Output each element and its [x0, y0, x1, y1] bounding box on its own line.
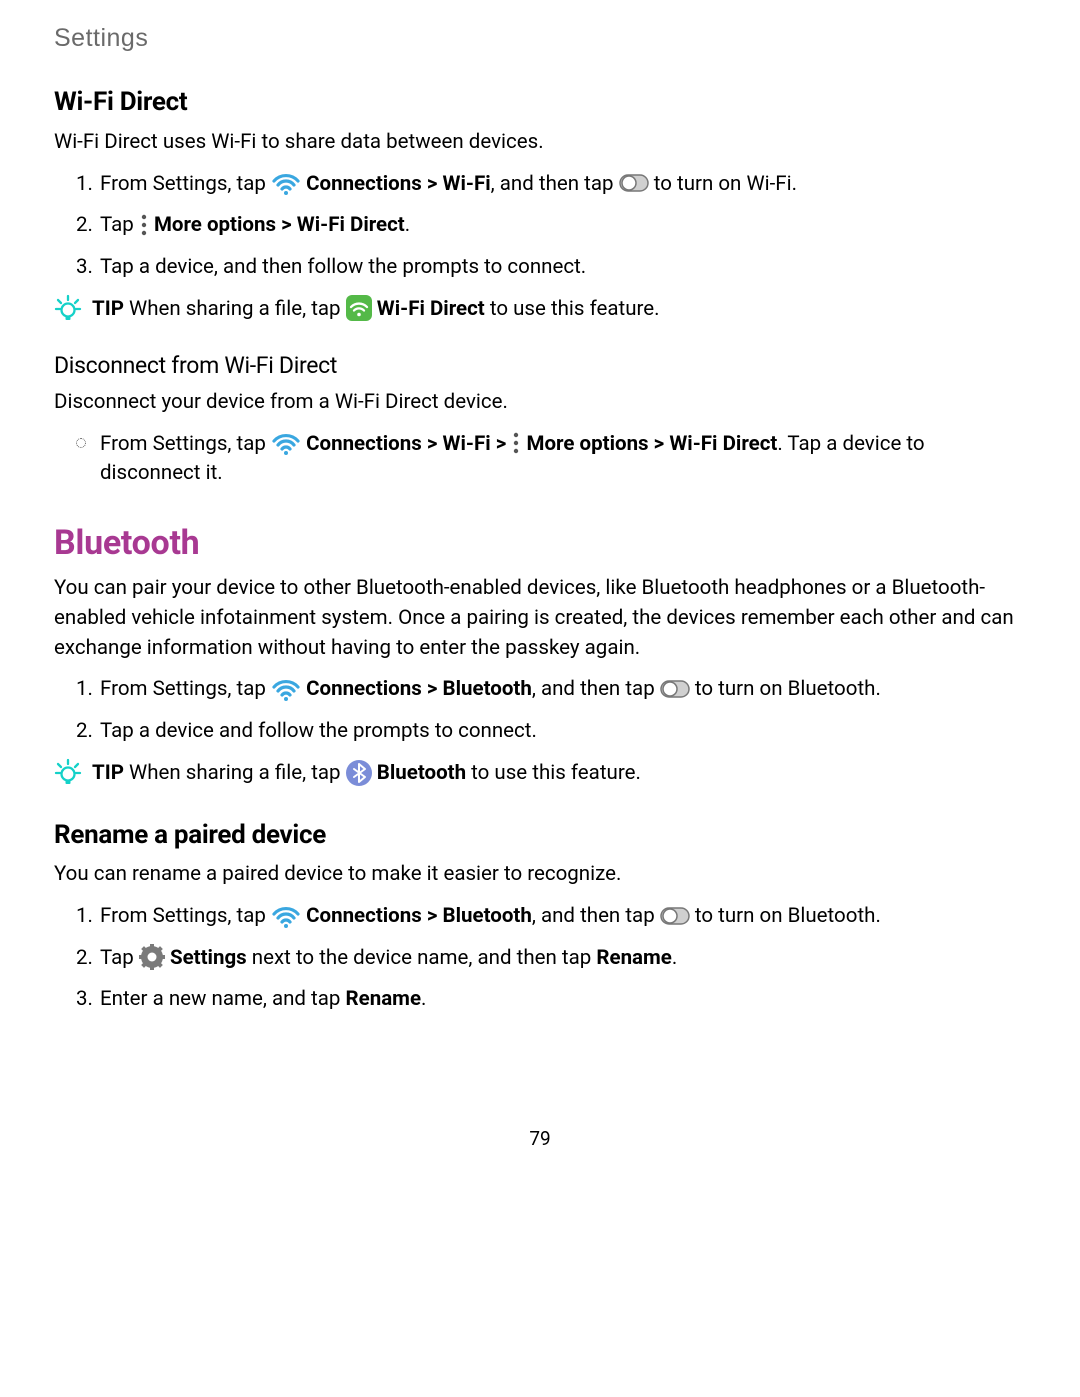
- rename-heading: Rename a paired device: [54, 817, 1026, 855]
- text: From Settings, tap: [100, 172, 271, 196]
- text: , and then tap: [491, 172, 619, 196]
- text: , and then tap: [532, 904, 660, 928]
- bluetooth-steps: From Settings, tap Connections > Bluetoo…: [54, 675, 1026, 746]
- page-header: Settings: [54, 20, 1026, 56]
- text-bold: Bluetooth: [372, 761, 466, 785]
- text: to use this feature.: [466, 761, 641, 785]
- text: From Settings, tap: [100, 677, 271, 701]
- tip-label: TIP: [92, 297, 124, 321]
- text-bold: Connections > Bluetooth: [301, 677, 532, 701]
- toggle-icon: [660, 903, 690, 929]
- wifi-direct-step-1: From Settings, tap Connections > Wi-Fi, …: [98, 170, 1026, 200]
- text: next to the device name, and then tap: [247, 946, 597, 970]
- wifi-direct-step-2: Tap More options > Wi-Fi Direct.: [98, 211, 1026, 241]
- text: Tap: [100, 213, 139, 237]
- more-options-icon: [139, 214, 149, 236]
- text-bold: Wi-Fi Direct: [372, 297, 485, 321]
- rename-step-1: From Settings, tap Connections > Bluetoo…: [98, 902, 1026, 932]
- page-number: 79: [54, 1125, 1026, 1153]
- text: to use this feature.: [485, 297, 660, 321]
- wifi-direct-intro: Wi-Fi Direct uses Wi-Fi to share data be…: [54, 128, 1026, 158]
- text: .: [672, 946, 677, 970]
- tip-bulb-icon: [54, 758, 82, 786]
- wifi-icon: [271, 169, 301, 197]
- disconnect-step-1: From Settings, tap Connections > Wi-Fi >…: [76, 430, 1026, 489]
- gear-icon: [139, 944, 165, 970]
- wifi-icon: [271, 429, 301, 457]
- rename-intro: You can rename a paired device to make i…: [54, 860, 1026, 890]
- text-bold: More options > Wi-Fi Direct: [521, 432, 777, 456]
- text-bold: Rename: [346, 987, 422, 1011]
- toggle-icon: [619, 170, 649, 196]
- bluetooth-heading: Bluetooth: [54, 519, 1026, 568]
- rename-step-2: Tap Settings next to the device name, an…: [98, 944, 1026, 974]
- text-bold: Rename: [596, 946, 672, 970]
- bluetooth-tip: TIP When sharing a file, tap Bluetooth t…: [54, 759, 1026, 789]
- wifi-direct-step-3: Tap a device, and then follow the prompt…: [98, 253, 1026, 283]
- text-bold: Connections > Bluetooth: [301, 904, 532, 928]
- text: When sharing a file, tap: [124, 297, 346, 321]
- toggle-icon: [660, 676, 690, 702]
- rename-steps: From Settings, tap Connections > Bluetoo…: [54, 902, 1026, 1015]
- disconnect-heading: Disconnect from Wi-Fi Direct: [54, 349, 1026, 382]
- wifi-direct-steps: From Settings, tap Connections > Wi-Fi, …: [54, 170, 1026, 283]
- bluetooth-step-1: From Settings, tap Connections > Bluetoo…: [98, 675, 1026, 705]
- wifi-direct-heading: Wi-Fi Direct: [54, 84, 1026, 122]
- bluetooth-badge-icon: [346, 760, 372, 786]
- text: .: [421, 987, 426, 1011]
- bluetooth-intro: You can pair your device to other Blueto…: [54, 574, 1026, 663]
- text: , and then tap: [532, 677, 660, 701]
- text: to turn on Wi-Fi.: [649, 172, 797, 196]
- tip-bulb-icon: [54, 294, 82, 322]
- text: From Settings, tap: [100, 904, 271, 928]
- bluetooth-step-2: Tap a device and follow the prompts to c…: [98, 717, 1026, 747]
- text-bold: Connections > Wi-Fi >: [301, 432, 511, 456]
- tip-label: TIP: [92, 761, 124, 785]
- disconnect-intro: Disconnect your device from a Wi-Fi Dire…: [54, 388, 1026, 418]
- wifi-icon: [271, 675, 301, 703]
- text: to turn on Bluetooth.: [690, 677, 881, 701]
- text-bold: More options > Wi-Fi Direct: [149, 213, 405, 237]
- wifi-icon: [271, 902, 301, 930]
- text-bold: Connections > Wi-Fi: [301, 172, 491, 196]
- text-bold: Settings: [165, 946, 247, 970]
- text: From Settings, tap: [100, 432, 271, 456]
- text: to turn on Bluetooth.: [690, 904, 881, 928]
- text: Tap: [100, 946, 139, 970]
- wifi-direct-tip: TIP When sharing a file, tap Wi-Fi Direc…: [54, 295, 1026, 325]
- disconnect-steps: From Settings, tap Connections > Wi-Fi >…: [54, 430, 1026, 489]
- rename-step-3: Enter a new name, and tap Rename.: [98, 985, 1026, 1015]
- text: Enter a new name, and tap: [100, 987, 346, 1011]
- wifi-direct-badge-icon: [346, 295, 372, 321]
- text: .: [405, 213, 410, 237]
- text: When sharing a file, tap: [124, 761, 346, 785]
- more-options-icon: [511, 432, 521, 454]
